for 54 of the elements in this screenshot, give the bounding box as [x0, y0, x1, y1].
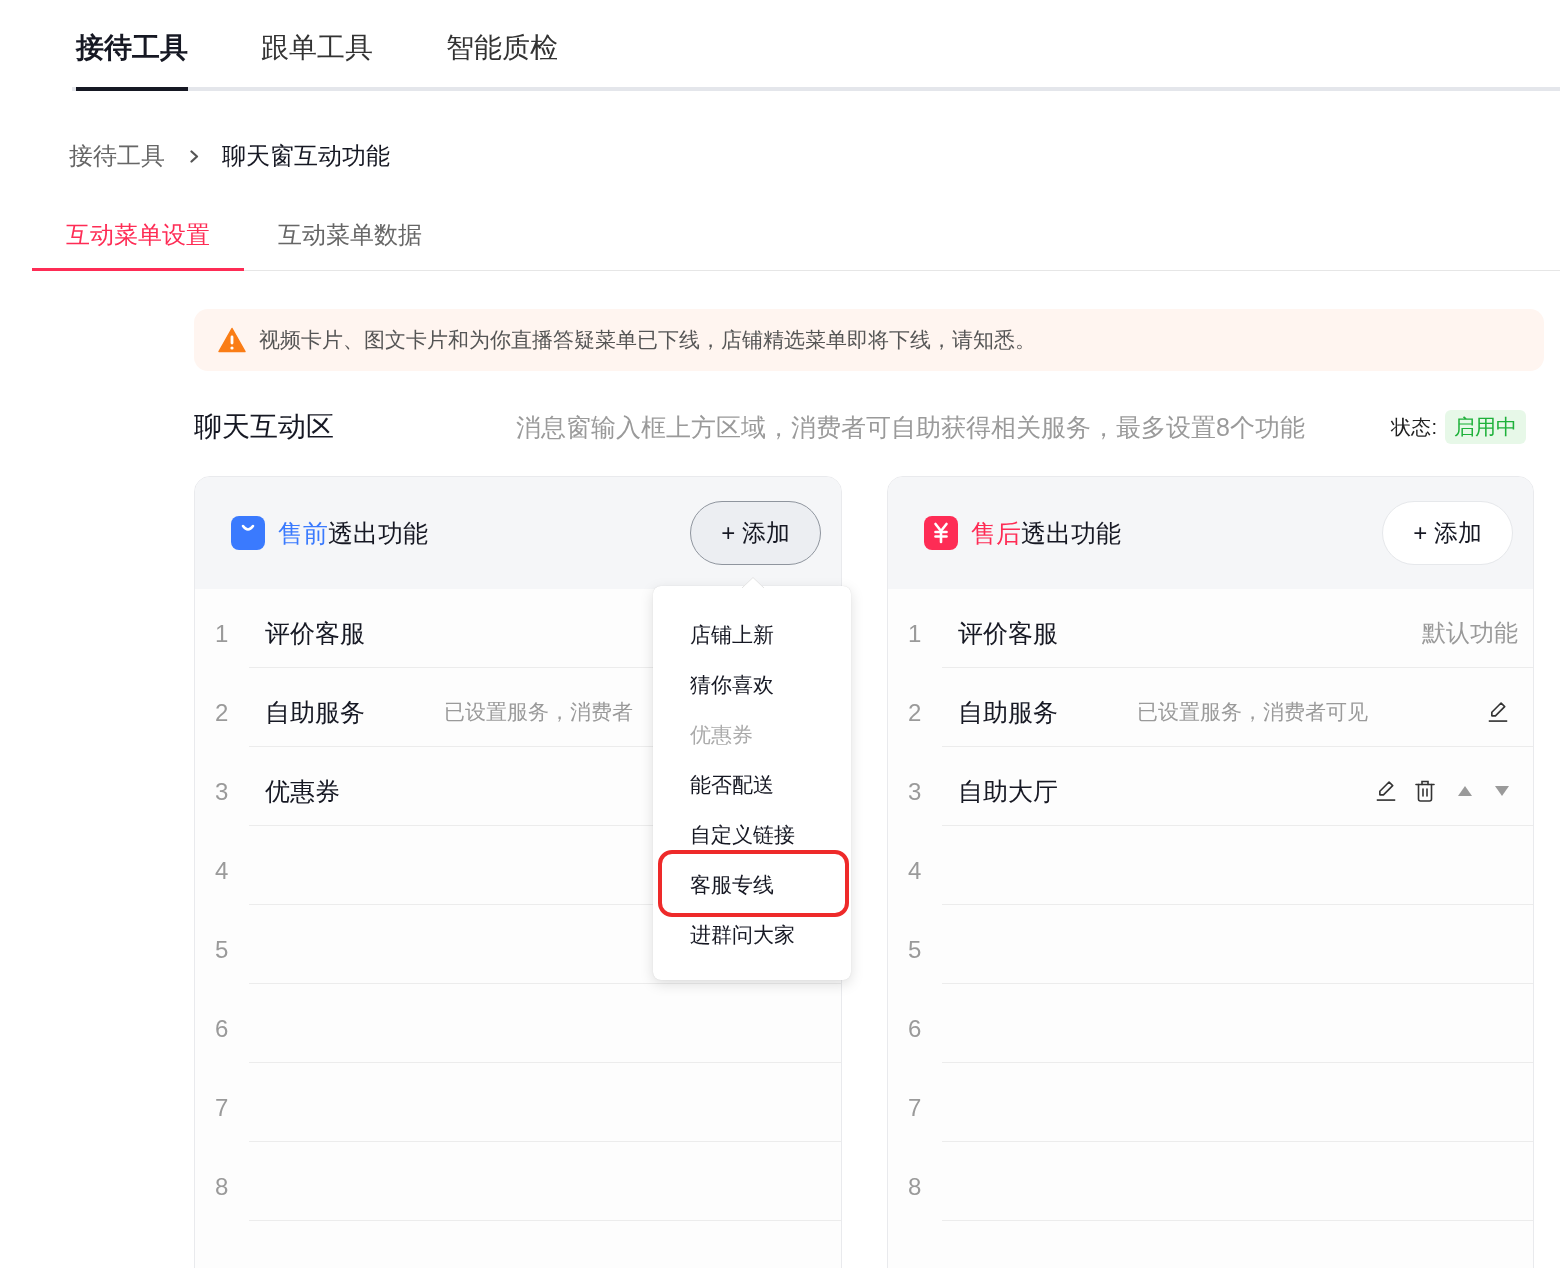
pencil-icon[interactable]	[1487, 702, 1509, 722]
row-number: 3	[908, 776, 922, 807]
item-name: 优惠券	[265, 776, 341, 807]
item-name: 评价客服	[958, 618, 1059, 649]
row-number: 4	[908, 855, 922, 886]
sub-tab[interactable]: 互动菜单设置	[32, 200, 244, 271]
menu-item[interactable]: 进群问大家	[653, 910, 851, 960]
menu-item[interactable]: 店铺上新	[653, 610, 851, 660]
trash-icon[interactable]	[1415, 780, 1435, 802]
row-number: 7	[908, 1092, 922, 1123]
add-button[interactable]: + 添加	[690, 501, 821, 565]
item-description: 已设置服务，消费者	[444, 699, 633, 725]
menu-item[interactable]: 客服专线	[653, 860, 851, 910]
row-number: 2	[215, 697, 229, 728]
item-name: 自助大厅	[958, 776, 1059, 807]
menu-item[interactable]: 能否配送	[653, 760, 851, 810]
row-number: 5	[908, 934, 922, 965]
section-description: 消息窗输入框上方区域，消费者可自助获得相关服务，最多设置8个功能	[516, 411, 1305, 443]
row-number: 6	[215, 1013, 229, 1044]
add-button[interactable]: + 添加	[1382, 501, 1513, 565]
row-number: 6	[908, 1013, 922, 1044]
item-name: 自助服务	[265, 697, 366, 728]
default-label: 默认功能	[1422, 618, 1518, 648]
row-number: 2	[908, 697, 922, 728]
warning-icon	[218, 327, 246, 353]
status-badge: 启用中	[1445, 410, 1526, 444]
notice-text: 视频卡片、图文卡片和为你直播答疑菜单已下线，店铺精选菜单即将下线，请知悉。	[259, 327, 1036, 353]
row-number: 8	[215, 1171, 229, 1202]
row-number: 4	[215, 855, 229, 886]
triangle-down-icon[interactable]	[1495, 786, 1509, 796]
top-tab[interactable]: 接待工具	[76, 0, 188, 91]
top-tab[interactable]: 智能质检	[446, 0, 558, 91]
section-title: 聊天互动区	[194, 410, 335, 444]
triangle-up-icon[interactable]	[1458, 786, 1472, 796]
item-description: 已设置服务，消费者可见	[1137, 699, 1368, 725]
sub-tab[interactable]: 互动菜单数据	[244, 200, 456, 271]
chevron-right-icon	[190, 149, 199, 163]
row-number: 5	[215, 934, 229, 965]
row-number: 7	[215, 1092, 229, 1123]
row-number: 1	[908, 618, 922, 649]
top-tab[interactable]: 跟单工具	[261, 0, 373, 91]
row-number: 3	[215, 776, 229, 807]
row-number: 1	[215, 618, 229, 649]
panel-title: 售后透出功能	[971, 517, 1121, 549]
pencil-icon[interactable]	[1375, 781, 1397, 801]
panel-title: 售前透出功能	[278, 517, 428, 549]
status-label: 状态:	[1391, 414, 1437, 440]
row-number: 8	[908, 1171, 922, 1202]
item-name: 自助服务	[958, 697, 1059, 728]
item-name: 评价客服	[265, 618, 366, 649]
menu-item[interactable]: 猜你喜欢	[653, 660, 851, 710]
menu-item[interactable]: 自定义链接	[653, 810, 851, 860]
breadcrumb-current: 聊天窗互动功能	[222, 141, 390, 171]
breadcrumb-link[interactable]: 接待工具	[69, 139, 165, 173]
